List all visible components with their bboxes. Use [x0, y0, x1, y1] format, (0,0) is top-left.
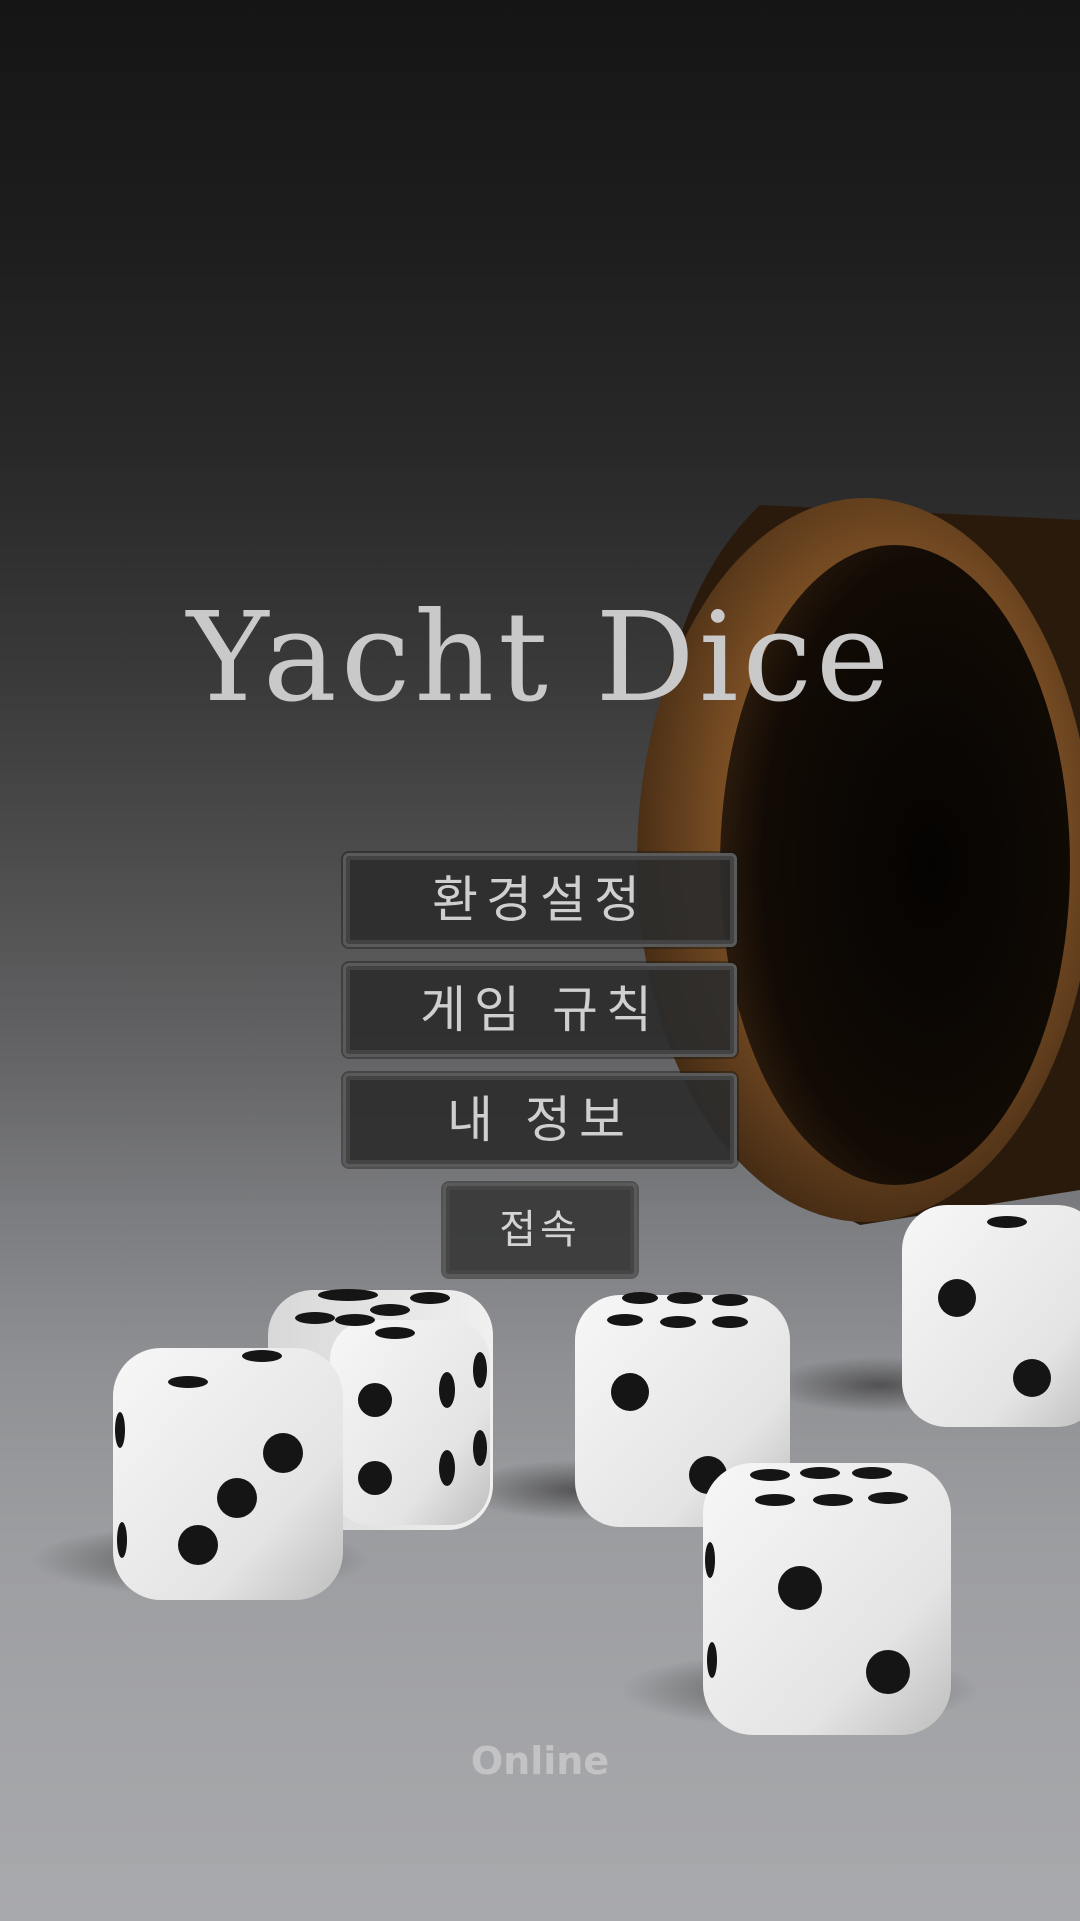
connection-status: Online	[470, 1739, 610, 1783]
die-right-edge	[902, 1205, 1080, 1427]
game-rules-button[interactable]: 게임 규칙	[343, 963, 737, 1057]
dice-cup-background-image	[30, 498, 1080, 1735]
game-title: Yacht Dice	[186, 586, 894, 730]
die-front-left	[113, 1348, 343, 1600]
connect-button[interactable]: 접속	[443, 1183, 637, 1277]
die-front-right	[703, 1463, 951, 1735]
settings-button[interactable]: 환경설정	[343, 853, 737, 947]
title-screen: Yacht Dice 환경설정 게임 규칙 내 정보 접속 Online	[0, 0, 1080, 1921]
my-info-button[interactable]: 내 정보	[343, 1073, 737, 1167]
